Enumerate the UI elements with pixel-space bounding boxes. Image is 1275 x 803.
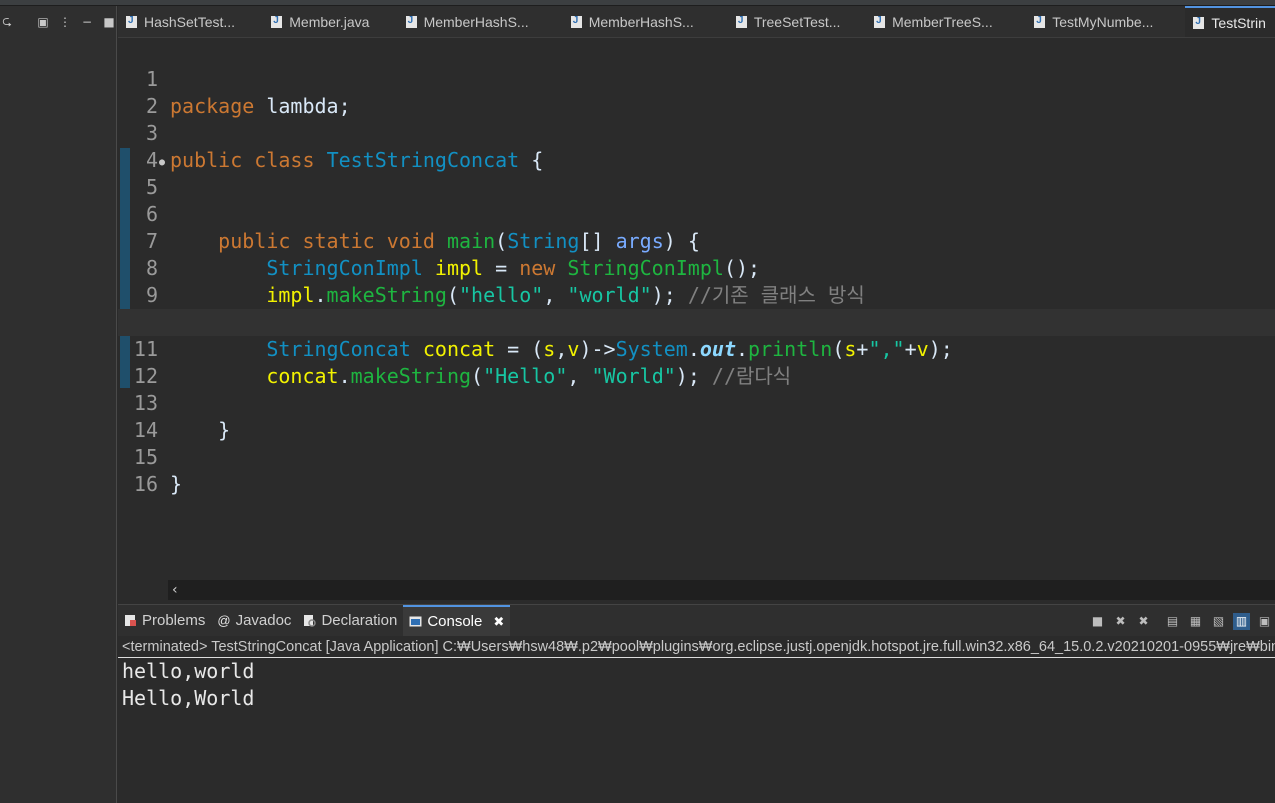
maximize-icon[interactable]: ■: [102, 15, 116, 29]
code-line: 12: [118, 336, 1275, 388]
editor-tab[interactable]: MemberTreeS...: [866, 6, 1026, 37]
editor-tab[interactable]: Member.java: [263, 6, 397, 37]
editor-tab[interactable]: MemberHashS...: [563, 6, 728, 37]
code-line: 6: [118, 174, 1275, 226]
editor-tab[interactable]: TreeSetTest...: [728, 6, 866, 37]
fold-toggle-icon[interactable]: ●: [159, 149, 165, 176]
tab-problems[interactable]: Problems: [118, 605, 211, 636]
display-console-icon[interactable]: ▣: [1256, 613, 1273, 630]
code-line-current: 11 concat.makeString("Hello", "World"); …: [118, 309, 1275, 388]
java-file-icon: [735, 15, 747, 28]
code-line: 2: [118, 66, 1275, 118]
console-output[interactable]: hello,world Hello,World: [118, 658, 1275, 803]
java-file-icon: [1034, 15, 1046, 28]
java-file-icon: [1193, 16, 1205, 29]
horizontal-scrollbar[interactable]: [168, 580, 1275, 600]
code-line: 10 StringConcat concat = (s,v)->System.o…: [118, 282, 1275, 361]
code-line: 7 StringConImpl impl = new StringConImpl…: [118, 201, 1275, 280]
bottom-panel-tabs: Problems @ Javadoc Declaration Console ✖…: [118, 604, 1275, 636]
close-icon[interactable]: ✖: [493, 614, 504, 630]
tab-declaration[interactable]: Declaration: [297, 605, 403, 636]
console-launch-status: <terminated> TestStringConcat [Java Appl…: [118, 636, 1275, 658]
editor-tab[interactable]: MemberHashS...: [398, 6, 563, 37]
java-file-icon: [126, 15, 137, 28]
package-explorer-toolbar: ⮎ ▣ ⋮ − ■: [0, 6, 116, 38]
java-file-icon: [570, 15, 582, 28]
console-toolbar: ■ ✖ ✖ ▤ ▦ ▧ ▥ ▣: [1089, 605, 1273, 637]
chevron-left-icon[interactable]: ‹: [172, 580, 178, 600]
tab-console[interactable]: Console ✖: [403, 605, 511, 636]
declaration-icon: [304, 615, 317, 627]
editor-tab[interactable]: TestMyNumbe...: [1026, 6, 1185, 37]
package-explorer-panel: ⮎ ▣ ⋮ − ■: [0, 6, 117, 803]
editor-tab-bar: HashSetTest... Member.java MemberHashS..…: [118, 6, 1275, 38]
link-editor-icon[interactable]: ⮎: [0, 14, 14, 29]
javadoc-icon: @: [217, 613, 231, 628]
word-wrap-icon[interactable]: ▧: [1210, 613, 1227, 630]
remove-all-icon[interactable]: ✖: [1135, 613, 1152, 630]
java-file-icon: [405, 15, 417, 28]
terminate-icon[interactable]: ■: [1089, 613, 1106, 630]
pin-console-icon[interactable]: ▥: [1233, 612, 1250, 630]
editor-tab-active[interactable]: TestStrin: [1185, 6, 1275, 37]
code-line: 16: [118, 444, 1275, 496]
problems-icon: [125, 615, 136, 626]
view-menu-icon[interactable]: ⋮: [58, 15, 72, 29]
code-line: 1 package lambda;: [118, 39, 1275, 118]
java-file-icon: [874, 15, 886, 28]
editor-tab[interactable]: HashSetTest...: [118, 6, 263, 37]
code-editor[interactable]: 1 package lambda; 2 3 public class TestS…: [118, 38, 1275, 580]
code-line: 3 public class TestStringConcat {: [118, 93, 1275, 172]
remove-launch-icon[interactable]: ✖: [1112, 613, 1129, 630]
code-line: 8 impl.makeString("hello", "world"); //기…: [118, 228, 1275, 307]
tab-javadoc[interactable]: @ Javadoc: [211, 605, 297, 636]
line-number: 16: [133, 472, 158, 496]
code-line: 14: [118, 390, 1275, 442]
code-line: 9: [118, 255, 1275, 307]
code-line: 13 }: [118, 363, 1275, 442]
clear-console-icon[interactable]: ▦: [1187, 613, 1204, 630]
code-line: 15 }: [118, 417, 1275, 496]
minimize-icon[interactable]: −: [80, 15, 94, 29]
console-icon: [409, 616, 422, 627]
scroll-lock-icon[interactable]: ▤: [1164, 613, 1181, 630]
collapse-all-icon[interactable]: ▣: [36, 15, 50, 29]
code-line: 4: [118, 120, 1275, 172]
console-output-line: hello,world: [122, 659, 255, 683]
console-output-line: Hello,World: [122, 686, 255, 710]
java-file-icon: [271, 15, 283, 28]
code-line: 5 ● public static void main(String[] arg…: [118, 147, 1275, 253]
